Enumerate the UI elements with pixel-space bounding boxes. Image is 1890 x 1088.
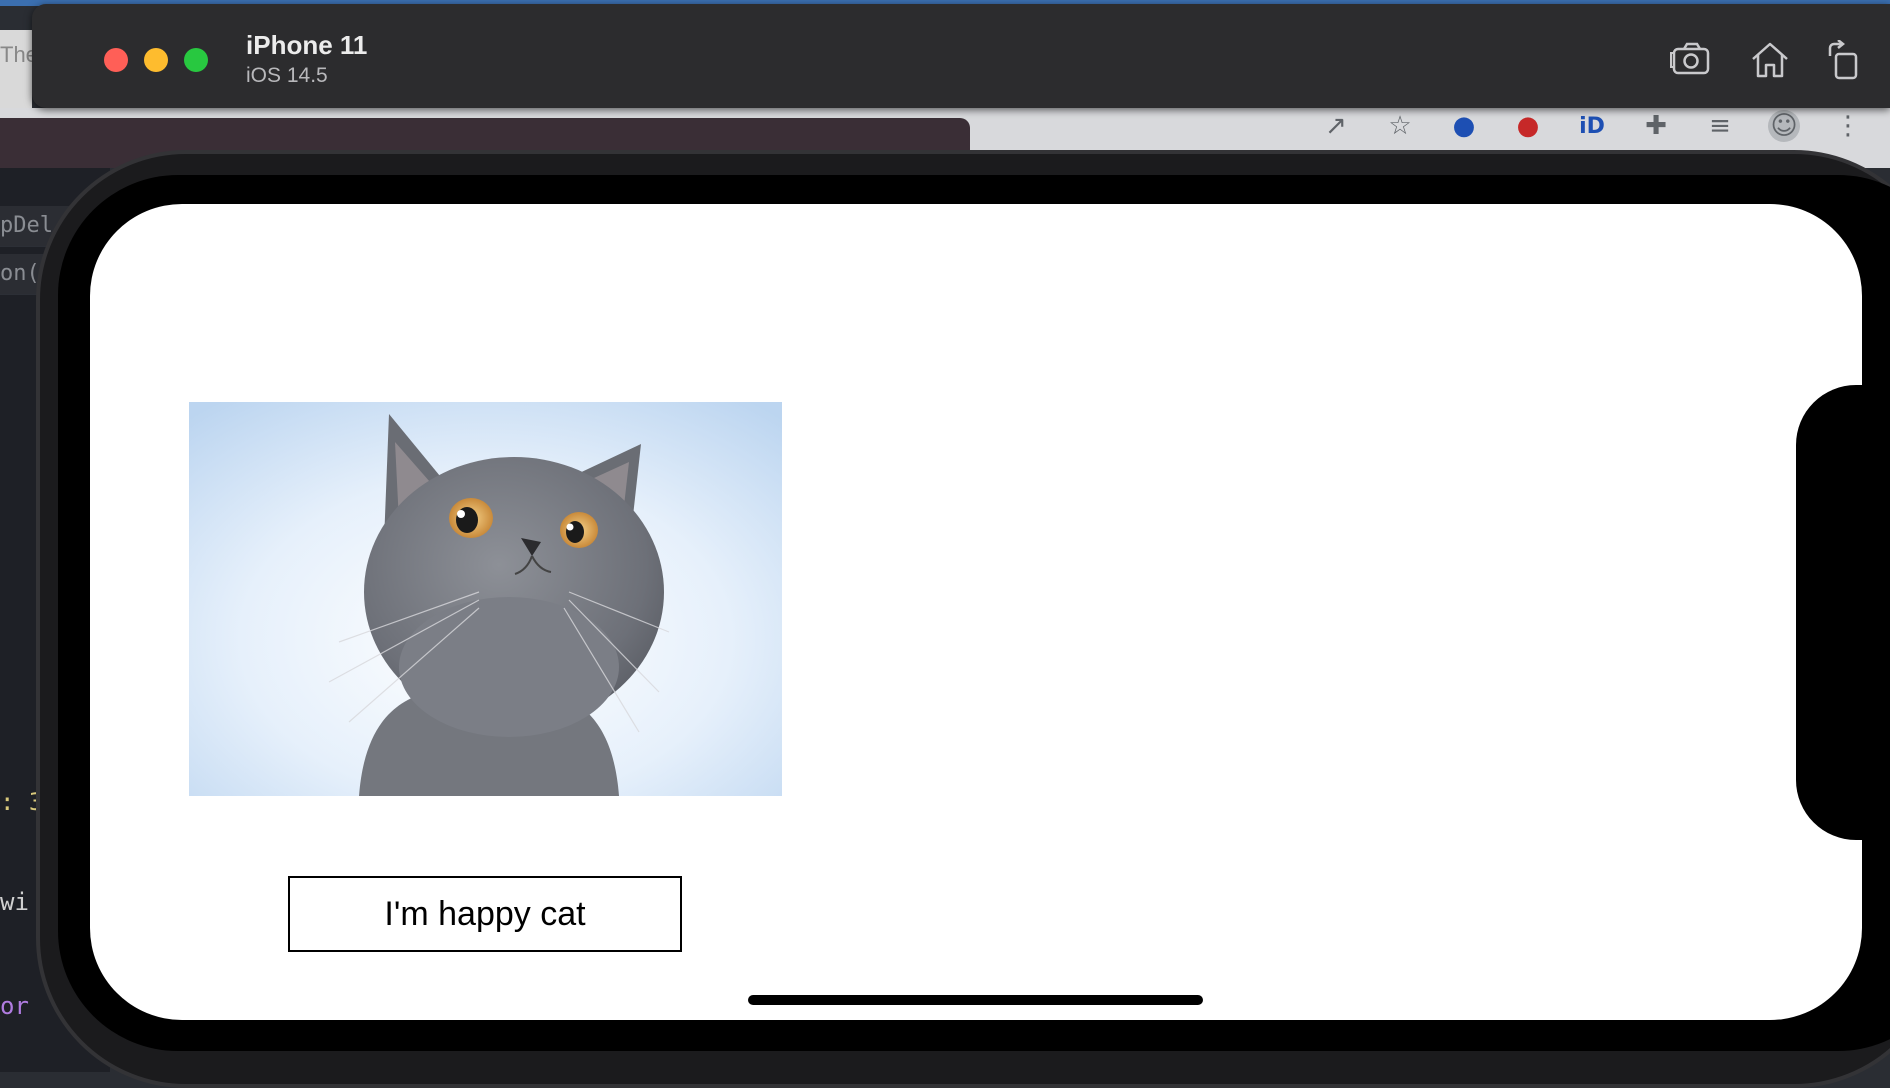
puzzle-icon: ✚ — [1645, 111, 1667, 141]
zoom-window-button[interactable] — [184, 48, 208, 72]
extension-red-icon: ● — [1516, 111, 1540, 141]
avatar: ☺ — [1768, 110, 1800, 142]
open-external-icon: ↗ — [1325, 111, 1347, 141]
close-window-button[interactable] — [104, 48, 128, 72]
rotate-icon — [1828, 40, 1858, 80]
home-button[interactable] — [1746, 38, 1794, 82]
minimize-window-button[interactable] — [144, 48, 168, 72]
background-browser-toolbar: ↗ ☆ ● ● iD ✚ ≡ ☺ ⋮ — [1320, 110, 1864, 142]
device-name: iPhone 11 — [246, 30, 368, 60]
screenshot-button[interactable] — [1668, 38, 1716, 82]
extension-id-icon: iD — [1579, 113, 1605, 139]
cat-photo — [189, 402, 782, 796]
home-indicator[interactable] — [748, 995, 1203, 1005]
rotate-button[interactable] — [1820, 38, 1868, 82]
home-icon — [1752, 42, 1788, 78]
reading-list-icon: ≡ — [1709, 111, 1731, 141]
camera-icon — [1670, 42, 1710, 75]
os-version: iOS 14.5 — [246, 64, 328, 87]
code-line: wi — [0, 888, 29, 916]
simulator-titlebar: iPhone 11 iOS 14.5 — [32, 4, 1890, 108]
device-notch — [1796, 385, 1890, 840]
extension-blue-icon: ● — [1452, 111, 1476, 141]
happy-cat-button[interactable]: I'm happy cat — [288, 876, 682, 952]
star-icon: ☆ — [1388, 111, 1412, 141]
code-line: or — [0, 992, 29, 1020]
background-window-edge: The — [0, 30, 32, 110]
more-vert-icon: ⋮ — [1835, 111, 1861, 141]
